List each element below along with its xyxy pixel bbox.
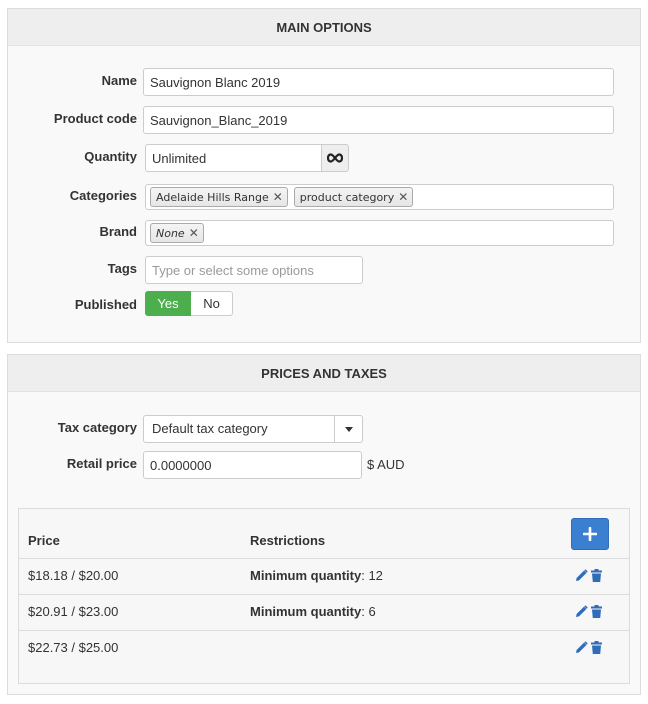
categories-label: Categories (69, 188, 137, 203)
product-code-input[interactable] (143, 106, 614, 134)
remove-category-icon[interactable]: ✕ (398, 191, 408, 203)
tax-category-dropdown-toggle[interactable] (334, 416, 362, 442)
plus-icon (583, 527, 597, 541)
trash-icon[interactable] (591, 569, 602, 582)
brand-chip-label: None (156, 226, 185, 240)
restriction-cell: Minimum quantity: 6 (250, 595, 376, 629)
remove-category-icon[interactable]: ✕ (273, 191, 283, 203)
caret-down-icon (344, 426, 353, 432)
categories-multiselect[interactable]: Adelaide Hills Range ✕ product category … (145, 184, 614, 210)
quantity-unlimited-toggle[interactable] (321, 144, 349, 172)
table-row: $22.73 / $25.00 (19, 630, 629, 666)
brand-label: Brand (99, 224, 137, 239)
price-cell: $22.73 / $25.00 (28, 640, 119, 655)
row-actions (575, 569, 602, 582)
currency-suffix: $ AUD (367, 457, 405, 472)
published-no-button[interactable]: No (191, 291, 233, 316)
published-label: Published (74, 297, 137, 312)
remove-brand-icon[interactable]: ✕ (189, 227, 199, 239)
category-chip: Adelaide Hills Range ✕ (150, 187, 288, 207)
prices-taxes-title: PRICES AND TAXES (8, 355, 640, 392)
price-cell: $20.91 / $23.00 (28, 604, 119, 619)
category-chip: product category ✕ (293, 187, 414, 207)
infinity-icon (327, 153, 343, 163)
tax-category-label: Tax category (57, 420, 137, 435)
tax-category-value: Default tax category (152, 421, 268, 436)
tax-category-select[interactable]: Default tax category (143, 415, 363, 443)
restriction-label: Minimum quantity (250, 568, 362, 583)
published-yes-button[interactable]: Yes (145, 291, 191, 316)
retail-price-input[interactable] (143, 451, 362, 479)
row-actions (575, 605, 602, 618)
product-code-label: Product code (53, 111, 137, 126)
price-column-header: Price (28, 533, 60, 548)
brand-chip: None ✕ (150, 223, 204, 243)
table-row: $20.91 / $23.00 Minimum quantity: 6 (19, 594, 629, 630)
restrictions-column-header: Restrictions (250, 533, 326, 548)
retail-price-label: Retail price (66, 456, 137, 471)
name-label: Name (101, 73, 137, 88)
restriction-cell: Minimum quantity: 12 (250, 559, 383, 593)
main-options-panel: MAIN OPTIONS Name Product code Quantity … (7, 8, 641, 343)
quantity-input[interactable] (145, 144, 322, 172)
price-cell: $18.18 / $20.00 (28, 568, 119, 583)
restriction-value: : 12 (361, 568, 383, 583)
restriction-label: Minimum quantity (250, 604, 362, 619)
tags-input[interactable] (145, 256, 363, 284)
published-toggle: Yes No (145, 291, 233, 316)
prices-taxes-panel: PRICES AND TAXES Tax category Default ta… (7, 354, 641, 695)
edit-icon[interactable] (575, 569, 588, 582)
quantity-label: Quantity (84, 149, 137, 164)
price-rules-table: Price Restrictions $18.18 / $20.00 Minim… (18, 508, 630, 684)
tags-label: Tags (107, 261, 137, 276)
main-options-title: MAIN OPTIONS (8, 9, 640, 46)
restriction-value: : 6 (361, 604, 376, 619)
name-input[interactable] (143, 68, 614, 96)
add-price-button[interactable] (571, 518, 609, 550)
trash-icon[interactable] (591, 605, 602, 618)
row-actions (575, 641, 602, 654)
edit-icon[interactable] (575, 605, 588, 618)
brand-select[interactable]: None ✕ (145, 220, 614, 246)
category-chip-label: Adelaide Hills Range (156, 190, 269, 204)
category-chip-label: product category (299, 190, 395, 204)
table-row: $18.18 / $20.00 Minimum quantity: 12 (19, 558, 629, 594)
trash-icon[interactable] (591, 641, 602, 654)
edit-icon[interactable] (575, 641, 588, 654)
published-row: Published (8, 296, 640, 324)
